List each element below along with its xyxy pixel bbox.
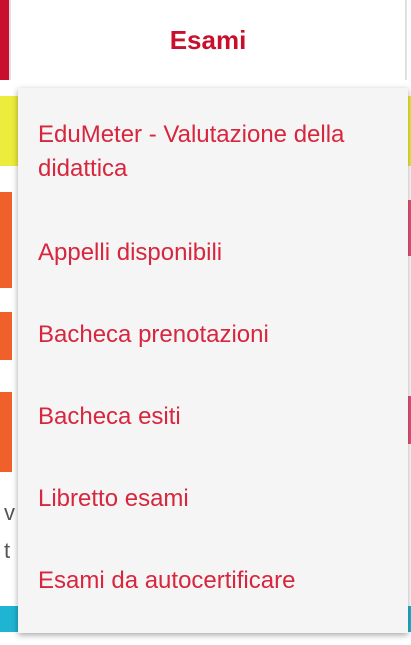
menu-header-title: Esami [169,24,247,55]
menu-item-edumeter[interactable]: EduMeter - Valutazione della didattica [38,118,392,186]
background-orange-card [0,392,12,472]
background-text-fragment: t [4,538,11,563]
background-accent-strip [0,0,9,80]
menu-header-esami[interactable]: Esami [9,0,407,80]
esami-dropdown-menu: EduMeter - Valutazione della didattica A… [18,88,408,633]
menu-item-esami-autocertificare[interactable]: Esami da autocertificare [38,564,392,598]
menu-item-libretto-esami[interactable]: Libretto esami [38,482,392,516]
menu-item-bacheca-esiti[interactable]: Bacheca esiti [38,400,392,434]
menu-item-bacheca-prenotazioni[interactable]: Bacheca prenotazioni [38,318,392,352]
background-orange-card [0,192,12,288]
menu-item-appelli-disponibili[interactable]: Appelli disponibili [38,236,392,270]
background-orange-card [0,312,12,360]
background-text-fragment: v [4,500,15,525]
